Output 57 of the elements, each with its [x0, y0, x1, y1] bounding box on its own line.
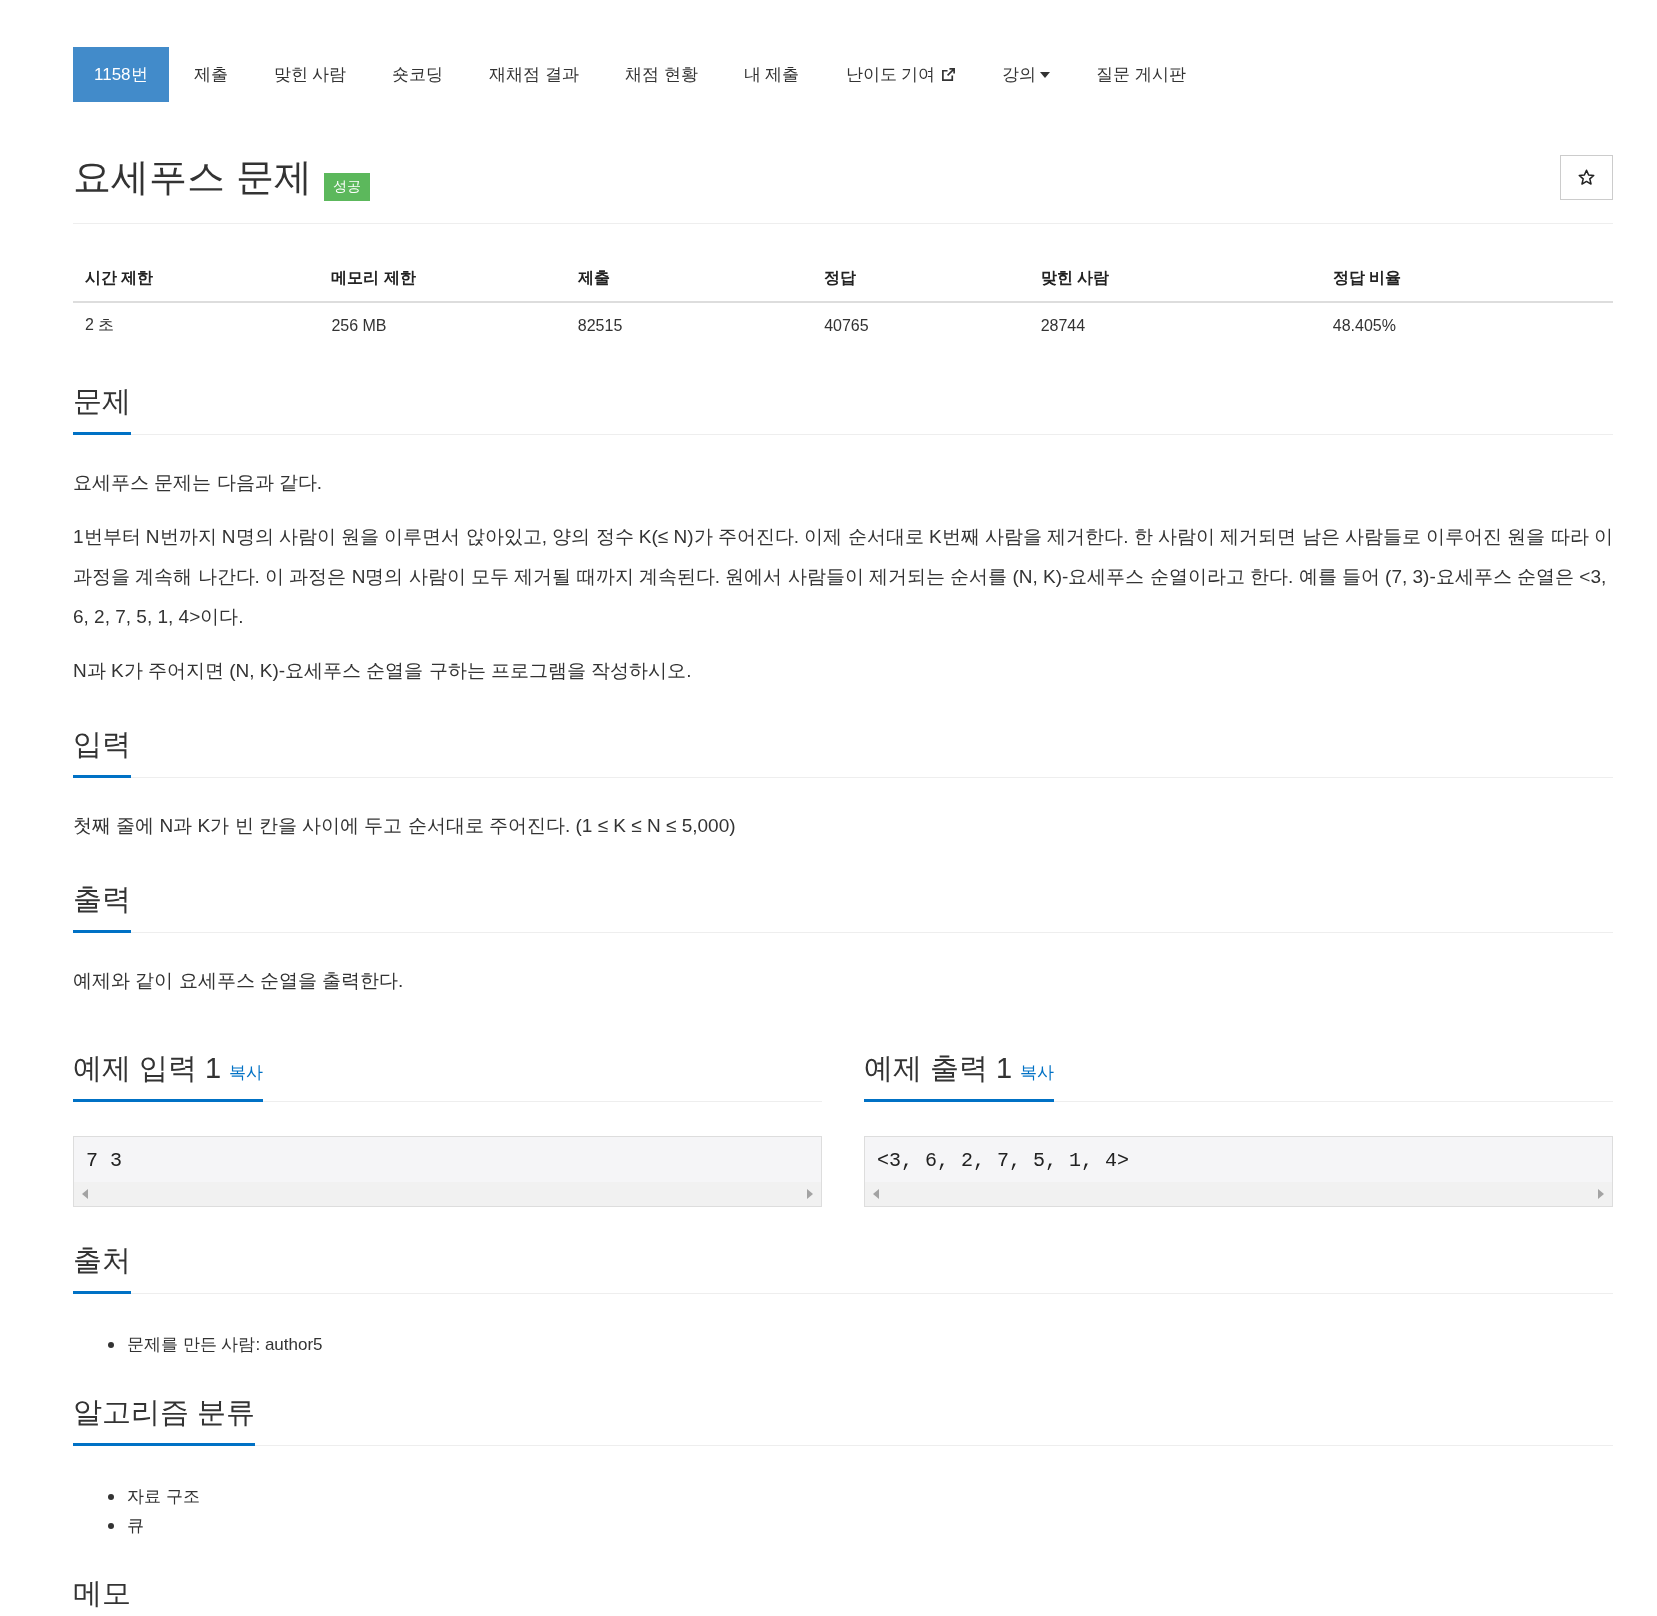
nav-tab[interactable]: 1158번 — [73, 47, 169, 102]
paragraph: 1번부터 N번까지 N명의 사람이 원을 이루면서 앉아있고, 양의 정수 K(≤ N)가 주어진다. 이제 순서대로 K번째 사람을 제거한다. 한 사람이 제거되면 남은 사람들로 이루어진 원을 따라 이 과정을 계속해 나간다. 이 과정은 N명의 사람이 모두 제거될 때까지 계속된다. 원에서 사람들이 제거되는 순서를 (N, K)-요세푸스 순열이라고 한다. 예를 들어 (7, 3)-요세푸스 순열은 <3, 6, 2, 7, 5, 1, 4>이다. — [73, 525, 1613, 629]
horizontal-scrollbar[interactable] — [74, 1182, 821, 1206]
section-heading: 출력 — [73, 880, 131, 933]
nav-tab[interactable]: 숏코딩 — [371, 47, 465, 102]
scroll-right-icon[interactable] — [807, 1189, 813, 1199]
section-heading: 예제 출력 1 복사 — [864, 1049, 1055, 1102]
copy-link[interactable]: 복사 — [229, 1063, 264, 1082]
scroll-left-icon[interactable] — [82, 1189, 88, 1199]
star-icon — [1578, 169, 1595, 186]
table-cell: 40765 — [812, 302, 1029, 348]
scroll-right-icon[interactable] — [1598, 1189, 1604, 1199]
nav-tab[interactable]: 강의 — [981, 47, 1072, 102]
table-cell: 48.405% — [1320, 302, 1613, 348]
sample-text: 7 3 — [85, 1148, 123, 1174]
section-heading: 예제 입력 1 복사 — [73, 1049, 264, 1102]
column-header: 메모리 제한 — [319, 254, 566, 302]
table-cell: 2 초 — [73, 302, 320, 348]
caret-icon — [1040, 71, 1051, 78]
external-link-icon — [941, 67, 957, 82]
paragraph: N과 K가 주어지면 (N, K)-요세푸스 순열을 구하는 프로그램을 작성하시오. — [73, 659, 693, 683]
favorite-button[interactable] — [1560, 155, 1613, 200]
bullet-icon — [108, 1493, 114, 1500]
column-header: 정답 — [812, 254, 1029, 302]
column-header: 시간 제한 — [73, 254, 320, 302]
section-heading: 출처 — [73, 1241, 131, 1294]
nav-tab[interactable]: 내 제출 — [722, 47, 821, 102]
paragraph: 예제와 같이 요세푸스 순열을 출력한다. — [73, 969, 405, 993]
horizontal-scrollbar[interactable] — [865, 1182, 1612, 1206]
table-cell: 256 MB — [319, 302, 566, 348]
bullet-icon — [108, 1522, 114, 1529]
section-heading: 문제 — [73, 382, 131, 435]
section-heading: 입력 — [73, 725, 131, 778]
status-badge: 성공 — [323, 173, 370, 201]
list-item: 큐 — [127, 1515, 144, 1537]
nav-tab[interactable]: 제출 — [172, 47, 249, 102]
scroll-left-icon[interactable] — [873, 1189, 879, 1199]
table-cell: 82515 — [565, 302, 813, 348]
section-heading: 알고리즘 분류 — [73, 1393, 256, 1446]
nav-tab[interactable]: 질문 게시판 — [1075, 47, 1207, 102]
section-heading: 메모 — [73, 1574, 131, 1616]
table-cell: 28744 — [1028, 302, 1321, 348]
nav-tab[interactable]: 재채점 결과 — [468, 47, 601, 102]
nav-tab[interactable]: 채점 현황 — [604, 47, 719, 102]
nav-tab[interactable]: 난이도 기여 — [824, 47, 978, 102]
paragraph: 요세푸스 문제는 다음과 같다. — [73, 471, 324, 495]
paragraph: 첫째 줄에 N과 K가 빈 칸을 사이에 두고 순서대로 주어진다. (1 ≤ K ≤ N ≤ 5,000) — [73, 814, 737, 838]
column-header: 정답 비율 — [1320, 254, 1613, 302]
column-header: 제출 — [565, 254, 813, 302]
bullet-icon — [108, 1341, 114, 1348]
sample-text: <3, 6, 2, 7, 5, 1, 4> — [876, 1148, 1131, 1174]
list-item: 자료 구조 — [127, 1486, 200, 1508]
list-item: 문제를 만든 사람: author5 — [127, 1334, 323, 1356]
problem-title: 요세푸스 문제 — [73, 155, 312, 200]
nav-tab[interactable]: 맞힌 사람 — [252, 47, 368, 102]
copy-link[interactable]: 복사 — [1020, 1063, 1055, 1082]
column-header: 맞힌 사람 — [1028, 254, 1321, 302]
